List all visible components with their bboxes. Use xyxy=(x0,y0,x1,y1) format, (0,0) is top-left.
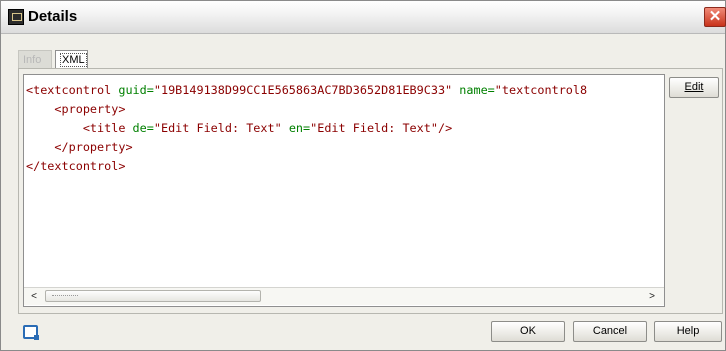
close-button[interactable]: ✕ xyxy=(704,7,726,27)
tab-info[interactable]: Info xyxy=(18,50,52,68)
window-title: Details xyxy=(28,8,78,25)
app-window-icon xyxy=(8,9,24,25)
details-dialog: Details ✕ Info XML <textcontrol guid="19… xyxy=(0,0,726,351)
tab-xml-label: XML xyxy=(60,53,87,67)
horizontal-scrollbar[interactable]: < > xyxy=(24,287,664,305)
tab-xml[interactable]: XML xyxy=(55,50,88,68)
edit-button-label: Edit xyxy=(684,81,704,93)
xml-tag-token: /> xyxy=(437,121,453,135)
xml-tag-token: <textcontrol xyxy=(26,83,119,97)
code-line: <textcontrol guid="19B149138D99CC1E56586… xyxy=(26,81,587,100)
xml-val-token: "Edit Field: Text" xyxy=(310,121,438,135)
xml-code[interactable]: <textcontrol guid="19B149138D99CC1E56586… xyxy=(26,81,587,176)
code-line: </property> xyxy=(26,138,587,157)
code-line: <property> xyxy=(26,100,587,119)
ok-button[interactable]: OK xyxy=(491,321,565,342)
xml-attr-token: guid= xyxy=(118,83,154,97)
scroll-left-icon[interactable]: < xyxy=(26,290,42,303)
edit-button[interactable]: Edit xyxy=(669,77,719,98)
code-line: </textcontrol> xyxy=(26,157,587,176)
xml-val-token: "Edit Field: Text" xyxy=(153,121,289,135)
scroll-right-icon[interactable]: > xyxy=(644,290,660,303)
xml-val-token: "textcontrol8 xyxy=(494,83,588,97)
title-bar[interactable]: Details ✕ xyxy=(1,1,726,34)
help-document-icon[interactable] xyxy=(23,325,39,340)
xml-attr-token: name= xyxy=(459,83,495,97)
xml-editor[interactable]: <textcontrol guid="19B149138D99CC1E56586… xyxy=(23,74,665,307)
help-button[interactable]: Help xyxy=(654,321,722,342)
scroll-thumb[interactable] xyxy=(45,290,261,302)
cancel-button[interactable]: Cancel xyxy=(573,321,647,342)
xml-tag-token: <title xyxy=(82,121,133,135)
code-line: <title de="Edit Field: Text" en="Edit Fi… xyxy=(26,119,587,138)
xml-tag-token: </textcontrol> xyxy=(26,159,126,173)
xml-tag-token: </property> xyxy=(54,140,133,154)
xml-tag-token: <property> xyxy=(54,102,126,116)
xml-attr-token: de= xyxy=(132,121,154,135)
xml-val-token: "19B149138D99CC1E565863AC7BD3652D81EB9C3… xyxy=(153,83,460,97)
xml-attr-token: en= xyxy=(288,121,311,135)
